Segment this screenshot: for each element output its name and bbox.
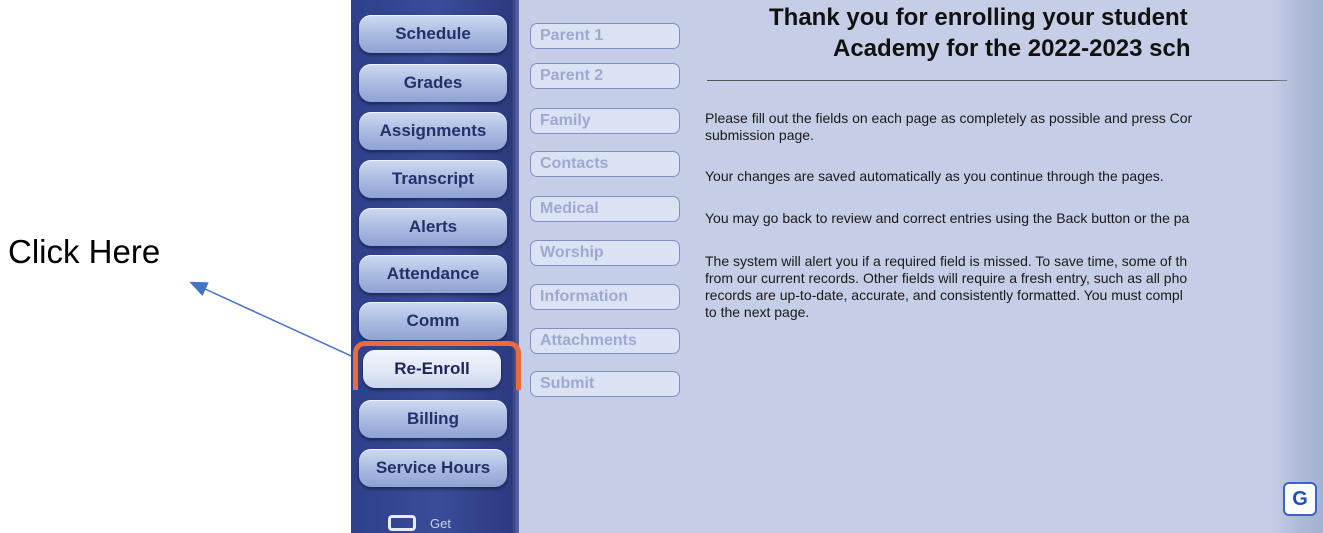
step-information[interactable]: Information (530, 284, 680, 310)
sidebar-item-service-hours[interactable]: Service Hours (359, 449, 507, 487)
step-contacts[interactable]: Contacts (530, 151, 680, 177)
instruction-line: from our current records. Other fields w… (705, 270, 1188, 286)
instruction-line: records are up-to-date, accurate, and co… (705, 287, 1183, 303)
sidebar-item-alerts[interactable]: Alerts (359, 208, 507, 246)
brand-logo-letter: G (1292, 487, 1308, 510)
enrollment-panel: Parent 1 Parent 2 Family Contacts Medica… (519, 0, 1323, 533)
sidebar-item-grades[interactable]: Grades (359, 64, 507, 102)
step-attachments[interactable]: Attachments (530, 328, 680, 354)
instruction-line: submission page. (705, 127, 814, 143)
sidebar-nav: Schedule Grades Assignments Transcript A… (351, 0, 511, 533)
sidebar-item-transcript[interactable]: Transcript (359, 160, 507, 198)
instruction-go-back: You may go back to review and correct en… (705, 210, 1189, 227)
step-submit[interactable]: Submit (530, 371, 680, 397)
get-app-label: Get (430, 515, 451, 531)
instruction-line: The system will alert you if a required … (705, 253, 1188, 269)
sidebar-divider (511, 0, 519, 533)
video-edge-shade (1271, 0, 1323, 533)
sidebar-item-assignments[interactable]: Assignments (359, 112, 507, 150)
instruction-line: You may go back to review and correct en… (705, 210, 1190, 226)
school-portal-window: Schedule Grades Assignments Transcript A… (351, 0, 1323, 533)
instruction-fill-fields: Please fill out the fields on each page … (705, 110, 1192, 144)
instruction-line: to the next page. (705, 304, 810, 320)
step-family[interactable]: Family (530, 108, 680, 134)
step-parent-2[interactable]: Parent 2 (530, 63, 680, 89)
instruction-required-fields: The system will alert you if a required … (705, 253, 1187, 321)
sidebar-item-comm[interactable]: Comm (359, 302, 507, 340)
sidebar-item-schedule[interactable]: Schedule (359, 15, 507, 53)
re-enroll-highlight-box (353, 341, 521, 390)
brand-logo-icon: G (1283, 482, 1317, 516)
title-divider (707, 80, 1287, 81)
step-worship[interactable]: Worship (530, 240, 680, 266)
sidebar-item-attendance[interactable]: Attendance (359, 255, 507, 293)
step-medical[interactable]: Medical (530, 196, 680, 222)
step-parent-1[interactable]: Parent 1 (530, 23, 680, 49)
instruction-autosave: Your changes are saved automatically as … (705, 168, 1164, 185)
page-title-line-1: Thank you for enrolling your student (769, 4, 1188, 31)
page-title-line-2: Academy for the 2022-2023 sch (833, 35, 1191, 62)
instruction-line: Your changes are saved automatically as … (705, 168, 1164, 184)
enrollment-instructions: Thank you for enrolling your student Aca… (705, 0, 1287, 533)
phone-icon (388, 515, 416, 531)
sidebar-item-billing[interactable]: Billing (359, 400, 507, 438)
get-app-link[interactable]: Get (388, 512, 451, 533)
instruction-line: Please fill out the fields on each page … (705, 110, 1193, 126)
